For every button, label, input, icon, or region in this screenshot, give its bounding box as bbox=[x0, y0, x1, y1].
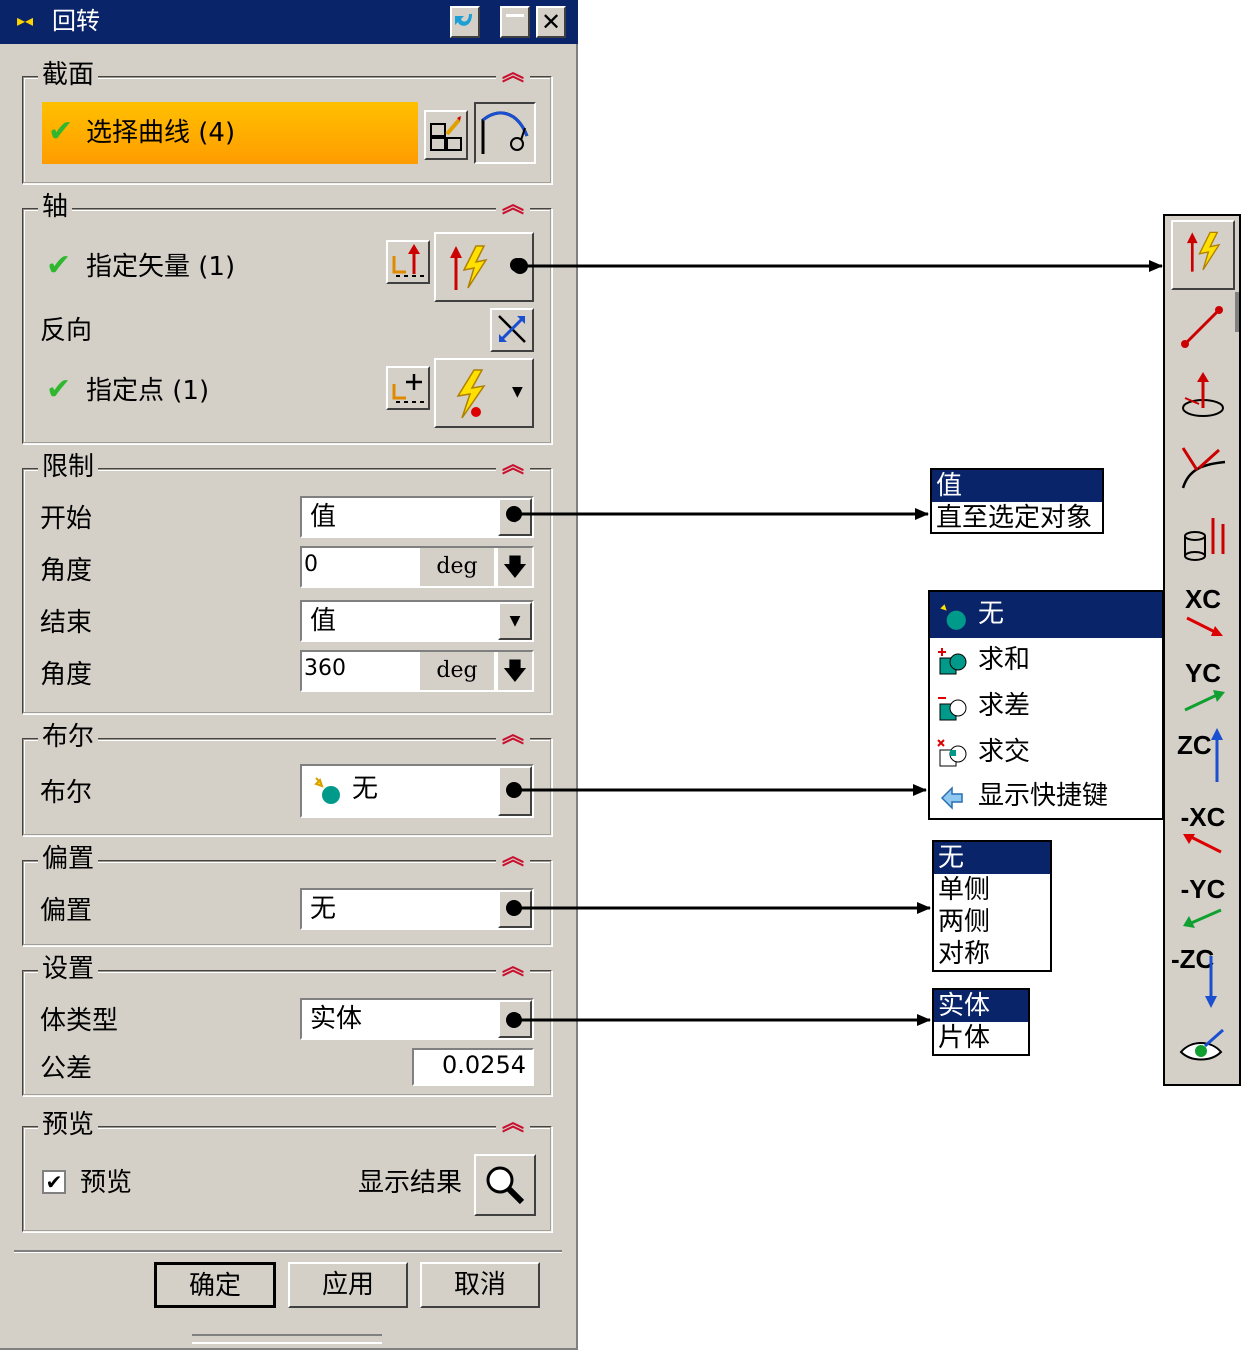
callout-arrows bbox=[506, 258, 1163, 1028]
